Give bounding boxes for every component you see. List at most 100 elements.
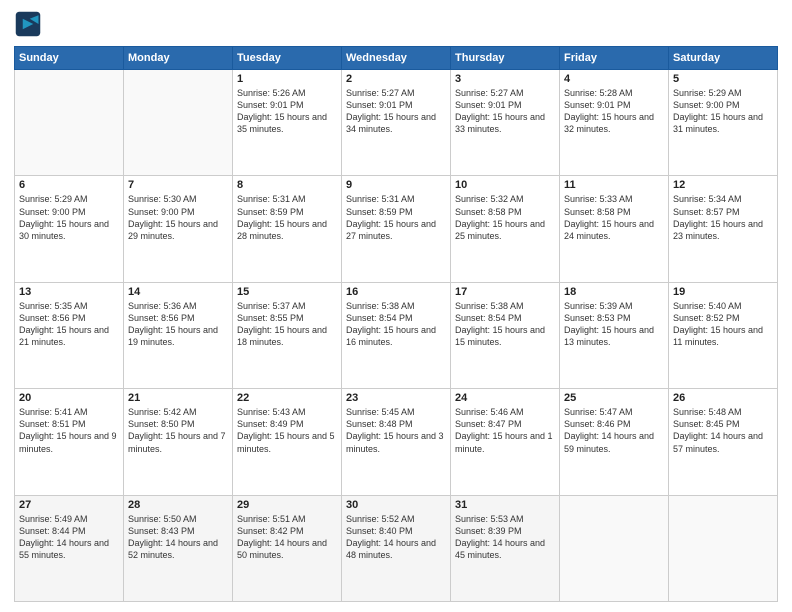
calendar-cell: 22Sunrise: 5:43 AM Sunset: 8:49 PM Dayli… [233,389,342,495]
weekday-saturday: Saturday [669,47,778,70]
day-number: 7 [128,179,228,191]
cell-info: Sunrise: 5:34 AM Sunset: 8:57 PM Dayligh… [673,193,773,242]
calendar-cell: 11Sunrise: 5:33 AM Sunset: 8:58 PM Dayli… [560,176,669,282]
cell-info: Sunrise: 5:49 AM Sunset: 8:44 PM Dayligh… [19,513,119,562]
calendar-cell: 16Sunrise: 5:38 AM Sunset: 8:54 PM Dayli… [342,282,451,388]
day-number: 2 [346,73,446,85]
cell-info: Sunrise: 5:43 AM Sunset: 8:49 PM Dayligh… [237,406,337,455]
day-number: 10 [455,179,555,191]
weekday-header-row: SundayMondayTuesdayWednesdayThursdayFrid… [15,47,778,70]
cell-info: Sunrise: 5:51 AM Sunset: 8:42 PM Dayligh… [237,513,337,562]
calendar-cell: 15 Sunrise: 5:37 AM Sunset: 8:55 PM Dayli… [233,282,342,388]
logo-icon [14,10,42,38]
calendar-cell: 5 Sunrise: 5:29 AM Sunset: 9:00 PM Daylig… [669,70,778,176]
day-number: 19 [673,286,773,298]
calendar-cell: 9 Sunrise: 5:31 AM Sunset: 8:59 PM Daylig… [342,176,451,282]
day-number: 21 [128,392,228,404]
day-number: 12 [673,179,773,191]
calendar-cell: 4Sunrise: 5:28 AM Sunset: 9:01 PM Daylig… [560,70,669,176]
cell-info: Sunrise: 5:40 AM Sunset: 8:52 PM Dayligh… [673,300,773,349]
calendar-cell [560,495,669,601]
logo [14,10,46,38]
day-number: 5 [673,73,773,85]
calendar-cell: 31 Sunrise: 5:53 AM Sunset: 8:39 PM Dayli… [451,495,560,601]
calendar-cell: 29 Sunrise: 5:51 AM Sunset: 8:42 PM Dayli… [233,495,342,601]
calendar-body: 1 Sunrise: 5:26 AM Sunset: 9:01 PM Daylig… [15,70,778,602]
day-number: 27 [19,499,119,511]
cell-info: Sunrise: 5:29 AM Sunset: 9:00 PM Dayligh… [673,87,773,136]
calendar-cell: 3Sunrise: 5:27 AM Sunset: 9:01 PM Daylig… [451,70,560,176]
calendar-cell: 21 Sunrise: 5:42 AM Sunset: 8:50 PM Dayli… [124,389,233,495]
calendar-week-1: 6Sunrise: 5:29 AM Sunset: 9:00 PM Daylig… [15,176,778,282]
day-number: 20 [19,392,119,404]
calendar-cell: 14 Sunrise: 5:36 AM Sunset: 8:56 PM Dayli… [124,282,233,388]
cell-info: Sunrise: 5:30 AM Sunset: 9:00 PM Dayligh… [128,193,228,242]
weekday-tuesday: Tuesday [233,47,342,70]
calendar-cell [669,495,778,601]
weekday-monday: Monday [124,47,233,70]
calendar-cell: 1 Sunrise: 5:26 AM Sunset: 9:01 PM Daylig… [233,70,342,176]
cell-info: Sunrise: 5:32 AM Sunset: 8:58 PM Dayligh… [455,193,555,242]
calendar-week-2: 13Sunrise: 5:35 AM Sunset: 8:56 PM Dayli… [15,282,778,388]
cell-info: Sunrise: 5:50 AM Sunset: 8:43 PM Dayligh… [128,513,228,562]
day-number: 15 [237,286,337,298]
calendar-cell [15,70,124,176]
calendar-week-3: 20 Sunrise: 5:41 AM Sunset: 8:51 PM Dayli… [15,389,778,495]
weekday-wednesday: Wednesday [342,47,451,70]
day-number: 18 [564,286,664,298]
calendar-cell: 27 Sunrise: 5:49 AM Sunset: 8:44 PM Dayli… [15,495,124,601]
cell-info: Sunrise: 5:38 AM Sunset: 8:54 PM Dayligh… [455,300,555,349]
day-number: 30 [346,499,446,511]
calendar-cell: 23 Sunrise: 5:45 AM Sunset: 8:48 PM Dayli… [342,389,451,495]
day-number: 16 [346,286,446,298]
day-number: 25 [564,392,664,404]
cell-info: Sunrise: 5:27 AM Sunset: 9:01 PM Dayligh… [455,87,555,136]
cell-info: Sunrise: 5:31 AM Sunset: 8:59 PM Dayligh… [346,193,446,242]
day-number: 13 [19,286,119,298]
weekday-thursday: Thursday [451,47,560,70]
day-number: 28 [128,499,228,511]
calendar-cell: 28 Sunrise: 5:50 AM Sunset: 8:43 PM Dayli… [124,495,233,601]
calendar-cell: 8 Sunrise: 5:31 AM Sunset: 8:59 PM Daylig… [233,176,342,282]
calendar-cell: 12 Sunrise: 5:34 AM Sunset: 8:57 PM Dayli… [669,176,778,282]
cell-info: Sunrise: 5:26 AM Sunset: 9:01 PM Dayligh… [237,87,337,136]
calendar-cell [124,70,233,176]
page: SundayMondayTuesdayWednesdayThursdayFrid… [0,0,792,612]
calendar-cell: 24Sunrise: 5:46 AM Sunset: 8:47 PM Dayli… [451,389,560,495]
calendar-cell: 10 Sunrise: 5:32 AM Sunset: 8:58 PM Dayli… [451,176,560,282]
day-number: 26 [673,392,773,404]
cell-info: Sunrise: 5:41 AM Sunset: 8:51 PM Dayligh… [19,406,119,455]
day-number: 1 [237,73,337,85]
cell-info: Sunrise: 5:27 AM Sunset: 9:01 PM Dayligh… [346,87,446,136]
cell-info: Sunrise: 5:53 AM Sunset: 8:39 PM Dayligh… [455,513,555,562]
day-number: 24 [455,392,555,404]
cell-info: Sunrise: 5:39 AM Sunset: 8:53 PM Dayligh… [564,300,664,349]
cell-info: Sunrise: 5:33 AM Sunset: 8:58 PM Dayligh… [564,193,664,242]
calendar-week-4: 27 Sunrise: 5:49 AM Sunset: 8:44 PM Dayli… [15,495,778,601]
calendar-week-0: 1 Sunrise: 5:26 AM Sunset: 9:01 PM Daylig… [15,70,778,176]
cell-info: Sunrise: 5:36 AM Sunset: 8:56 PM Dayligh… [128,300,228,349]
calendar-cell: 19 Sunrise: 5:40 AM Sunset: 8:52 PM Dayli… [669,282,778,388]
calendar-cell: 13Sunrise: 5:35 AM Sunset: 8:56 PM Dayli… [15,282,124,388]
day-number: 31 [455,499,555,511]
cell-info: Sunrise: 5:45 AM Sunset: 8:48 PM Dayligh… [346,406,446,455]
calendar-header: SundayMondayTuesdayWednesdayThursdayFrid… [15,47,778,70]
day-number: 29 [237,499,337,511]
cell-info: Sunrise: 5:37 AM Sunset: 8:55 PM Dayligh… [237,300,337,349]
calendar-cell: 30 Sunrise: 5:52 AM Sunset: 8:40 PM Dayli… [342,495,451,601]
cell-info: Sunrise: 5:31 AM Sunset: 8:59 PM Dayligh… [237,193,337,242]
cell-info: Sunrise: 5:42 AM Sunset: 8:50 PM Dayligh… [128,406,228,455]
weekday-sunday: Sunday [15,47,124,70]
day-number: 14 [128,286,228,298]
calendar-cell: 6Sunrise: 5:29 AM Sunset: 9:00 PM Daylig… [15,176,124,282]
calendar-cell: 26Sunrise: 5:48 AM Sunset: 8:45 PM Dayli… [669,389,778,495]
calendar-cell: 2 Sunrise: 5:27 AM Sunset: 9:01 PM Daylig… [342,70,451,176]
day-number: 17 [455,286,555,298]
day-number: 23 [346,392,446,404]
day-number: 8 [237,179,337,191]
cell-info: Sunrise: 5:28 AM Sunset: 9:01 PM Dayligh… [564,87,664,136]
calendar-cell: 7 Sunrise: 5:30 AM Sunset: 9:00 PM Daylig… [124,176,233,282]
cell-info: Sunrise: 5:52 AM Sunset: 8:40 PM Dayligh… [346,513,446,562]
day-number: 9 [346,179,446,191]
cell-info: Sunrise: 5:47 AM Sunset: 8:46 PM Dayligh… [564,406,664,455]
